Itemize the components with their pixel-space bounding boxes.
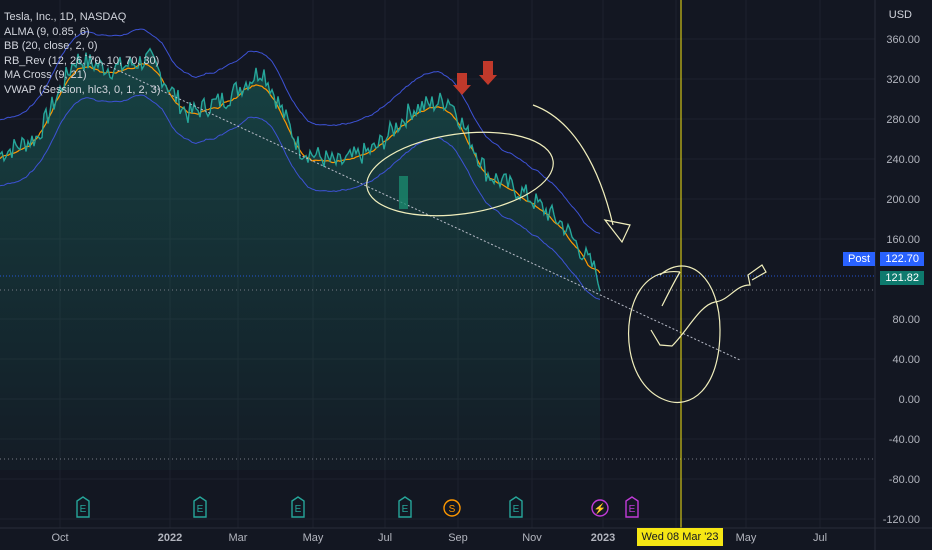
svg-text:E: E	[295, 504, 302, 515]
price-tick-label: 160.00	[886, 234, 920, 246]
symbol-title[interactable]: Tesla, Inc., 1D, NASDAQ	[4, 10, 161, 25]
earnings-event-icon[interactable]: E	[76, 496, 90, 518]
time-tick-label: 2023	[591, 532, 615, 544]
lightning-event-icon[interactable]: ⚡	[591, 499, 609, 517]
currency-label[interactable]: USD	[889, 9, 912, 21]
event-markers: E E E E S E ⚡ E	[76, 496, 639, 518]
price-tick-label: 40.00	[892, 354, 920, 366]
svg-text:E: E	[629, 504, 636, 515]
time-tick-label: May	[736, 532, 757, 544]
indicator-ma-cross[interactable]: MA Cross (9, 21)	[4, 68, 161, 83]
indicator-legend: Tesla, Inc., 1D, NASDAQ ALMA (9, 0.85, 6…	[4, 10, 161, 98]
post-price-tag: 122.70	[880, 252, 924, 266]
indicator-rb-rev[interactable]: RB_Rev (12, 26, 70, 10, 70, 30)	[4, 54, 161, 69]
price-tick-label: -80.00	[889, 474, 920, 486]
drawing-circle	[628, 265, 721, 404]
svg-text:E: E	[197, 504, 204, 515]
time-tick-label: Jul	[813, 532, 827, 544]
svg-text:E: E	[402, 504, 409, 515]
svg-text:⚡: ⚡	[594, 502, 606, 515]
svg-text:S: S	[449, 504, 456, 515]
price-tick-label: 80.00	[892, 314, 920, 326]
time-tick-label: 2022	[158, 532, 182, 544]
time-tick-label: May	[303, 532, 324, 544]
time-tick-label: Oct	[51, 532, 68, 544]
price-tick-label: 360.00	[886, 34, 920, 46]
price-tick-label: 280.00	[886, 114, 920, 126]
down-arrow-icon[interactable]	[479, 61, 497, 85]
price-tick-label: 0.00	[899, 394, 920, 406]
earnings-event-icon[interactable]: E	[509, 496, 523, 518]
price-tick-label: 240.00	[886, 154, 920, 166]
price-tick-label: -120.00	[883, 514, 920, 526]
price-tick-label: -40.00	[889, 434, 920, 446]
time-tick-label: Nov	[522, 532, 542, 544]
green-marker	[399, 176, 408, 209]
price-tick-label: 320.00	[886, 74, 920, 86]
earnings-event-icon[interactable]: E	[398, 496, 412, 518]
post-label-tag: Post	[843, 252, 876, 266]
svg-text:E: E	[80, 504, 87, 515]
svg-text:E: E	[513, 504, 520, 515]
earnings-event-icon[interactable]: E	[193, 496, 207, 518]
last-price-tag: 121.82	[880, 271, 924, 285]
drawing-check	[650, 264, 767, 347]
time-tick-label: Mar	[229, 532, 248, 544]
indicator-bb[interactable]: BB (20, close, 2, 0)	[4, 39, 161, 54]
drawing-scribble	[661, 271, 681, 307]
time-axis[interactable]: Oct2022MarMayJulSepNov2023AprMayJul	[0, 527, 932, 544]
earnings-event-icon[interactable]: E	[291, 496, 305, 518]
indicator-vwap[interactable]: VWAP (Session, hlc3, 0, 1, 2, 3)	[4, 83, 161, 98]
price-tick-label: 200.00	[886, 194, 920, 206]
time-tick-label: Jul	[378, 532, 392, 544]
earnings-event-icon[interactable]: E	[625, 496, 639, 518]
time-tick-label: Sep	[448, 532, 468, 544]
crosshair-date-label: Wed 08 Mar '23	[637, 528, 723, 546]
indicator-alma[interactable]: ALMA (9, 0.85, 6)	[4, 25, 161, 40]
